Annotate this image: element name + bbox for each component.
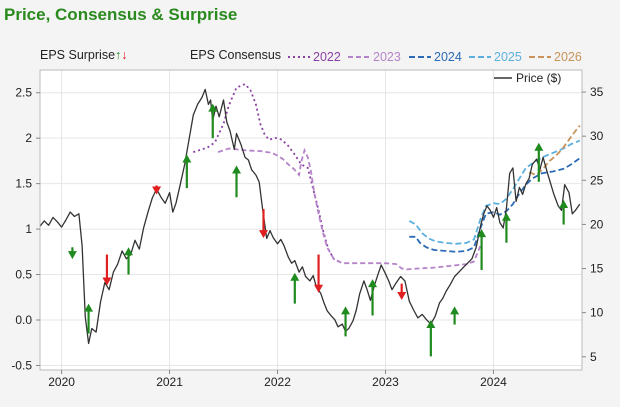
- left-tick-label: -0.5: [11, 358, 32, 372]
- x-tick-label: 2023: [372, 375, 399, 389]
- right-tick-label: 35: [590, 85, 604, 99]
- left-tick-label: 2: [25, 131, 32, 145]
- right-axis: 35 30 25 20 15 10 5: [582, 85, 604, 364]
- price-legend-label: Price ($): [516, 71, 561, 85]
- x-tick-label: 2021: [156, 375, 183, 389]
- left-tick-label: 1.5: [15, 177, 32, 191]
- chart-page: Price, Consensus & Surprise 2.5 2 1.5 1 0.5 0…: [0, 0, 620, 407]
- x-tick-label: 2022: [264, 375, 291, 389]
- down-arrow-icon: ↓: [121, 48, 128, 62]
- eps-consensus-label: EPS Consensus: [190, 48, 282, 62]
- left-tick-label: 0.5: [15, 268, 32, 282]
- plot-area: [40, 70, 582, 370]
- right-tick-label: 20: [590, 217, 604, 231]
- left-tick-label: 2.5: [15, 86, 32, 100]
- x-tick-label: 2024: [480, 375, 507, 389]
- x-tick-label: 2020: [48, 375, 75, 389]
- eps-surprise-legend: EPS Surprise↑↓: [40, 48, 128, 62]
- left-tick-label: 0.0: [15, 313, 32, 327]
- legend-row: EPS Surprise↑↓ EPS Consensus: [40, 48, 600, 66]
- right-tick-label: 10: [590, 306, 604, 320]
- x-axis: 2020 2021 2022 2023 2024: [48, 370, 507, 389]
- eps-surprise-label: EPS Surprise: [40, 48, 116, 62]
- right-tick-label: 25: [590, 173, 604, 187]
- right-tick-label: 30: [590, 129, 604, 143]
- left-axis: 2.5 2 1.5 1 0.5 0.0 -0.5: [11, 86, 40, 372]
- right-tick-label: 5: [590, 350, 597, 364]
- left-tick-label: 1: [25, 222, 32, 236]
- right-tick-label: 15: [590, 262, 604, 276]
